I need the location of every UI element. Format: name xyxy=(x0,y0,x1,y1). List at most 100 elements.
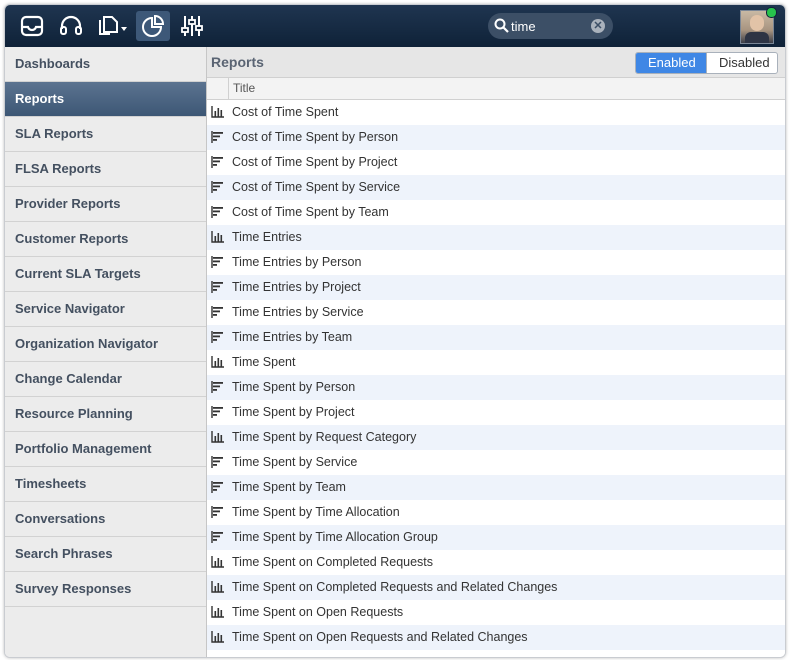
report-title[interactable]: Time Entries by Person xyxy=(232,255,361,269)
bar-chart-icon xyxy=(211,231,224,243)
reports-button[interactable] xyxy=(136,11,170,41)
new-document-menu-button[interactable] xyxy=(95,11,131,41)
panel-header: Reports Enabled Disabled xyxy=(207,47,785,77)
sidebar-item-current-sla-targets[interactable]: Current SLA Targets xyxy=(5,257,206,292)
table-row[interactable]: Time Entries by Team xyxy=(207,325,785,350)
sidebar-item-search-phrases[interactable]: Search Phrases xyxy=(5,537,206,572)
table-row[interactable]: Time Spent on Completed Requests xyxy=(207,550,785,575)
online-status-indicator xyxy=(766,7,777,18)
report-title[interactable]: Time Spent on Completed Requests and Rel… xyxy=(232,580,557,594)
report-title[interactable]: Cost of Time Spent by Person xyxy=(232,130,398,144)
report-title[interactable]: Cost of Time Spent by Service xyxy=(232,180,400,194)
horizontal-bar-chart-icon xyxy=(211,306,224,318)
horizontal-bar-chart-icon xyxy=(211,181,224,193)
report-title[interactable]: Time Spent on Open Requests xyxy=(232,605,403,619)
table-row[interactable]: Cost of Time Spent by Person xyxy=(207,125,785,150)
settings-button[interactable] xyxy=(177,11,207,41)
report-title[interactable]: Time Entries by Project xyxy=(232,280,361,294)
bar-chart-icon xyxy=(211,556,224,568)
clear-icon[interactable]: ✕ xyxy=(591,19,605,33)
sidebar-item-organization-navigator[interactable]: Organization Navigator xyxy=(5,327,206,362)
report-title[interactable]: Time Entries by Team xyxy=(232,330,352,344)
search-icon xyxy=(494,18,509,33)
sidebar-item-flsa-reports[interactable]: FLSA Reports xyxy=(5,152,206,187)
reports-panel: Reports Enabled Disabled Title Cost of T… xyxy=(207,47,785,657)
report-title[interactable]: Time Spent by Request Category xyxy=(232,430,416,444)
sidebar-item-sla-reports[interactable]: SLA Reports xyxy=(5,117,206,152)
table-row[interactable]: Time Entries by Service xyxy=(207,300,785,325)
report-title[interactable]: Time Spent by Team xyxy=(232,480,346,494)
table-row[interactable]: Time Spent by Person xyxy=(207,375,785,400)
table-row[interactable]: Time Entries by Person xyxy=(207,250,785,275)
sidebar-item-conversations[interactable]: Conversations xyxy=(5,502,206,537)
table-row[interactable]: Time Spent by Project xyxy=(207,400,785,425)
horizontal-bar-chart-icon xyxy=(211,406,224,418)
title-column-header[interactable]: Title xyxy=(233,81,255,95)
sidebar-item-survey-responses[interactable]: Survey Responses xyxy=(5,572,206,607)
bar-chart-icon xyxy=(211,631,224,643)
support-button[interactable] xyxy=(56,11,86,41)
enabled-disabled-toggle: Enabled Disabled xyxy=(635,52,778,74)
table-row[interactable]: Cost of Time Spent by Service xyxy=(207,175,785,200)
reports-pie-chart-icon xyxy=(142,15,165,37)
sidebar-item-service-navigator[interactable]: Service Navigator xyxy=(5,292,206,327)
table-header: Title xyxy=(207,77,785,100)
report-title[interactable]: Cost of Time Spent xyxy=(232,105,338,119)
horizontal-bar-chart-icon xyxy=(211,206,224,218)
bar-chart-icon xyxy=(211,431,224,443)
sidebar-item-customer-reports[interactable]: Customer Reports xyxy=(5,222,206,257)
table-row[interactable]: Time Spent xyxy=(207,350,785,375)
search-input[interactable] xyxy=(511,16,589,36)
report-title[interactable]: Time Spent by Service xyxy=(232,455,357,469)
report-title[interactable]: Cost of Time Spent by Team xyxy=(232,205,389,219)
settings-sliders-icon xyxy=(181,16,203,36)
reports-table-body: Cost of Time Spent Cost of Time Spent by … xyxy=(207,100,785,650)
enabled-toggle-button[interactable]: Enabled xyxy=(636,53,706,73)
search-box: ✕ xyxy=(488,13,613,39)
table-row[interactable]: Cost of Time Spent by Team xyxy=(207,200,785,225)
table-row[interactable]: Time Spent by Service xyxy=(207,450,785,475)
report-title[interactable]: Cost of Time Spent by Project xyxy=(232,155,397,169)
table-row[interactable]: Time Spent by Time Allocation xyxy=(207,500,785,525)
sidebar-item-provider-reports[interactable]: Provider Reports xyxy=(5,187,206,222)
sidebar: Dashboards Reports SLA Reports FLSA Repo… xyxy=(5,47,207,657)
disabled-toggle-button[interactable]: Disabled xyxy=(706,53,777,73)
inbox-icon xyxy=(20,15,44,37)
report-title[interactable]: Time Entries by Service xyxy=(232,305,364,319)
report-title[interactable]: Time Spent by Person xyxy=(232,380,355,394)
table-row[interactable]: Time Spent by Request Category xyxy=(207,425,785,450)
horizontal-bar-chart-icon xyxy=(211,281,224,293)
report-title[interactable]: Time Spent by Time Allocation Group xyxy=(232,530,438,544)
headset-icon xyxy=(60,15,82,35)
report-title[interactable]: Time Spent by Project xyxy=(232,405,355,419)
table-row[interactable]: Cost of Time Spent xyxy=(207,100,785,125)
bar-chart-icon xyxy=(211,356,224,368)
table-row[interactable]: Time Spent on Open Requests xyxy=(207,600,785,625)
new-document-icon xyxy=(99,16,127,35)
icon-column-header xyxy=(207,78,229,99)
table-row[interactable]: Time Spent by Team xyxy=(207,475,785,500)
sidebar-item-resource-planning[interactable]: Resource Planning xyxy=(5,397,206,432)
sidebar-item-dashboards[interactable]: Dashboards xyxy=(5,47,206,82)
horizontal-bar-chart-icon xyxy=(211,331,224,343)
sidebar-item-portfolio-management[interactable]: Portfolio Management xyxy=(5,432,206,467)
report-title[interactable]: Time Spent xyxy=(232,355,295,369)
inbox-button[interactable] xyxy=(17,11,47,41)
horizontal-bar-chart-icon xyxy=(211,531,224,543)
report-title[interactable]: Time Spent on Open Requests and Related … xyxy=(232,630,528,644)
table-row[interactable]: Time Entries by Project xyxy=(207,275,785,300)
table-row[interactable]: Time Spent on Completed Requests and Rel… xyxy=(207,575,785,600)
sidebar-item-timesheets[interactable]: Timesheets xyxy=(5,467,206,502)
report-title[interactable]: Time Entries xyxy=(232,230,302,244)
table-row[interactable]: Time Spent by Time Allocation Group xyxy=(207,525,785,550)
table-row[interactable]: Cost of Time Spent by Project xyxy=(207,150,785,175)
sidebar-item-reports[interactable]: Reports xyxy=(5,82,206,117)
table-row[interactable]: Time Spent on Open Requests and Related … xyxy=(207,625,785,650)
bar-chart-icon xyxy=(211,581,224,593)
app-window: ✕ Dashboards Reports SLA Reports FLSA Re… xyxy=(4,4,786,658)
report-title[interactable]: Time Spent on Completed Requests xyxy=(232,555,433,569)
table-row[interactable]: Time Entries xyxy=(207,225,785,250)
report-title[interactable]: Time Spent by Time Allocation xyxy=(232,505,400,519)
horizontal-bar-chart-icon xyxy=(211,481,224,493)
sidebar-item-change-calendar[interactable]: Change Calendar xyxy=(5,362,206,397)
